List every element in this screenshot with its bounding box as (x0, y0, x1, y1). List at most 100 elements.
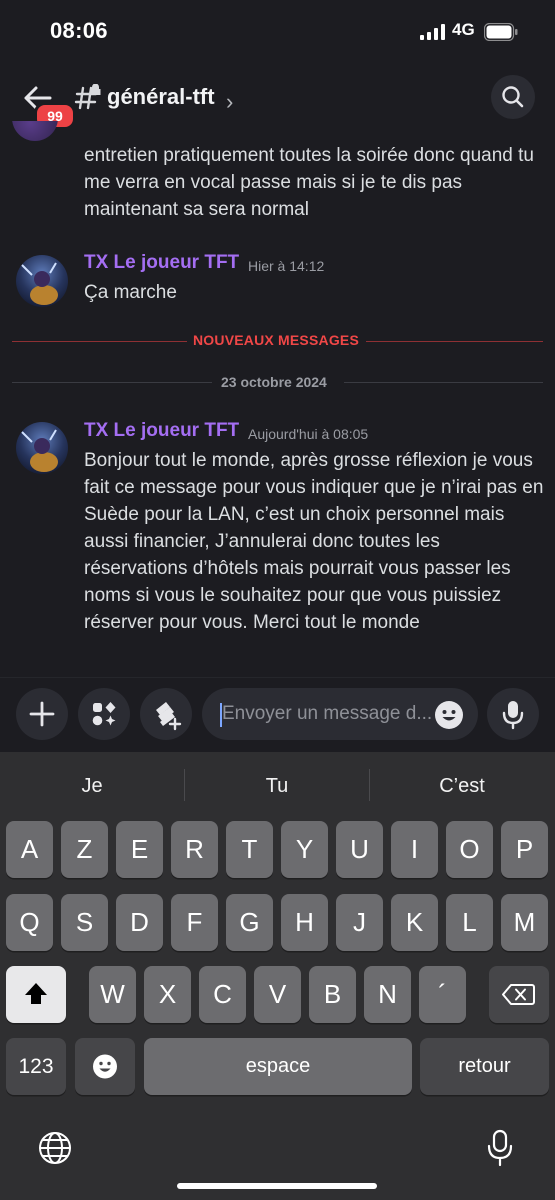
apps-icon (92, 702, 116, 726)
key[interactable]: Z (61, 821, 108, 878)
divider (366, 341, 543, 342)
battery-icon (484, 23, 518, 41)
avatar-partial (12, 121, 58, 141)
key[interactable]: E (116, 821, 163, 878)
return-key[interactable]: retour (420, 1038, 549, 1095)
home-indicator (177, 1183, 377, 1189)
key[interactable]: Q (6, 894, 53, 951)
key-label: C (213, 979, 232, 1009)
key-label: G (239, 907, 260, 937)
key[interactable]: V (254, 966, 301, 1023)
key-label: 123 (18, 1055, 54, 1078)
status-time: 08:06 (50, 18, 108, 43)
numbers-key[interactable]: 123 (6, 1038, 66, 1095)
key[interactable]: X (144, 966, 191, 1023)
key[interactable]: C (199, 966, 246, 1023)
suggestion-1[interactable]: Je (0, 775, 184, 798)
message-author[interactable]: TX Le joueur TFT (84, 420, 239, 442)
key-label: I (410, 834, 419, 864)
key[interactable]: Y (281, 821, 328, 878)
emoji-icon[interactable] (434, 700, 464, 730)
backspace-icon (502, 984, 535, 1005)
globe-icon[interactable] (37, 1130, 73, 1166)
network-type: 4G (452, 20, 475, 39)
key-label: S (75, 907, 94, 937)
key-label: V (268, 979, 287, 1009)
key[interactable]: G (226, 894, 273, 951)
avatar[interactable] (16, 422, 68, 474)
search-button[interactable] (491, 75, 535, 119)
shift-icon (25, 983, 47, 1004)
voice-message-button[interactable] (487, 688, 539, 740)
key[interactable]: P (501, 821, 548, 878)
key-label: J (353, 907, 366, 937)
key[interactable]: W (89, 966, 136, 1023)
message-text: Ça marche (84, 282, 177, 303)
key-label: X (158, 979, 177, 1009)
mic-icon (502, 701, 524, 730)
key-label: espace (245, 1055, 311, 1077)
key[interactable]: T (226, 821, 273, 878)
divider (344, 382, 543, 383)
key[interactable]: H (281, 894, 328, 951)
key-label: H (295, 907, 314, 937)
key[interactable]: O (446, 821, 493, 878)
date-divider: 23 octobre 2024 (221, 374, 327, 390)
key-label: ´ (438, 979, 447, 1009)
new-messages-divider: NOUVEAUX MESSAGES (193, 332, 359, 348)
key[interactable]: S (61, 894, 108, 951)
key-label: W (100, 979, 125, 1009)
key-label: Q (19, 907, 40, 937)
key-label: retour (458, 1055, 511, 1077)
message-timestamp: Hier à 14:12 (248, 258, 325, 274)
key[interactable]: F (171, 894, 218, 951)
key-label: Y (295, 834, 314, 864)
key-label: R (185, 834, 204, 864)
key[interactable]: L (446, 894, 493, 951)
dictation-icon[interactable] (485, 1128, 515, 1168)
apps-button[interactable] (78, 688, 130, 740)
key[interactable]: N (364, 966, 411, 1023)
message-timestamp: Aujourd'hui à 08:05 (248, 426, 369, 442)
message-input-placeholder: Envoyer un message d... (222, 703, 433, 724)
key-label: U (350, 834, 369, 864)
message-author[interactable]: TX Le joueur TFT (84, 252, 239, 274)
key-label: T (241, 834, 258, 864)
search-icon (502, 86, 524, 108)
space-key[interactable]: espace (144, 1038, 412, 1095)
emoji-keyboard-icon (93, 1054, 117, 1079)
channel-name[interactable]: général-tft (107, 84, 215, 110)
key-label: P (515, 834, 534, 864)
key-label: O (459, 834, 480, 864)
key[interactable]: D (116, 894, 163, 951)
divider (12, 341, 187, 342)
key-label: Z (76, 834, 93, 864)
chevron-right-icon[interactable]: › (226, 89, 233, 115)
hash-icon (74, 84, 101, 110)
key[interactable]: M (501, 894, 548, 951)
signal-icon (420, 24, 445, 40)
accent-key[interactable]: ´ (419, 966, 466, 1023)
emoji-keyboard-key[interactable] (75, 1038, 135, 1095)
key-label: K (405, 907, 424, 937)
key-label: A (20, 834, 39, 864)
suggestion-2[interactable]: Tu (185, 775, 369, 798)
key[interactable]: R (171, 821, 218, 878)
message-text: entretien pratiquement toutes la soirée … (84, 145, 534, 220)
key-label: B (323, 979, 342, 1009)
gift-button[interactable] (140, 688, 192, 740)
key[interactable]: I (391, 821, 438, 878)
key[interactable]: U (336, 821, 383, 878)
key-label: L (462, 907, 477, 937)
gift-icon (156, 702, 182, 731)
key[interactable]: J (336, 894, 383, 951)
backspace-key[interactable] (489, 966, 549, 1023)
key-label: E (130, 834, 149, 864)
add-attachment-button[interactable] (16, 688, 68, 740)
key[interactable]: B (309, 966, 356, 1023)
key[interactable]: K (391, 894, 438, 951)
shift-key[interactable] (6, 966, 66, 1023)
avatar[interactable] (16, 255, 68, 307)
key[interactable]: A (6, 821, 53, 878)
suggestion-3[interactable]: C’est (370, 775, 554, 798)
